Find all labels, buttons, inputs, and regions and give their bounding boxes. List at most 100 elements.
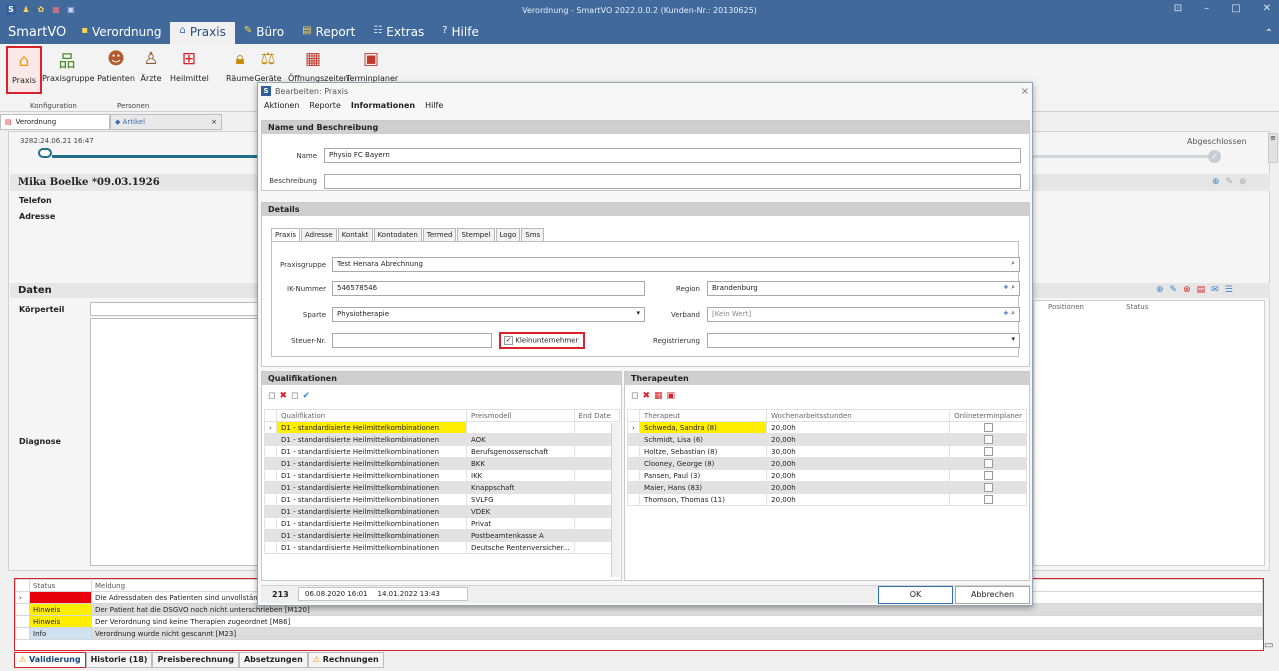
menu-extras[interactable]: ☷ Extras <box>364 22 433 44</box>
close-tab-icon[interactable]: × <box>211 118 217 126</box>
table-row[interactable]: › D1 - standardisierte Heilmittelkombinat… <box>264 421 621 434</box>
tab-absetzungen[interactable]: Absetzungen <box>238 652 308 668</box>
add-search-icon[interactable]: + ⌕ <box>1003 309 1015 318</box>
tab-artikel[interactable]: ◆ Artikel × <box>110 114 222 130</box>
table-row[interactable]: D1 - standardisierte Heilmittelkombinati… <box>264 469 621 482</box>
edit-icon[interactable]: ✎ <box>1226 177 1234 187</box>
praxisgruppe-input[interactable]: Test Henara Abrechnung ⌕ <box>332 257 1020 272</box>
tab-kontakt[interactable]: Kontakt <box>337 228 373 241</box>
tab-rechnungen[interactable]: ⚠ Rechnungen <box>307 652 384 668</box>
ik-input[interactable]: 546578546 <box>332 281 645 296</box>
mail-icon[interactable]: ✉ <box>1211 285 1219 295</box>
menu-report[interactable]: ▤ Report <box>293 22 364 44</box>
ribbon-geraete-button[interactable]: ⚖ Geräte <box>254 46 282 83</box>
add-icon[interactable]: ⊕ <box>1156 285 1164 295</box>
delete-icon[interactable]: ✖ <box>279 391 287 401</box>
tab-sms[interactable]: Sms <box>521 228 545 241</box>
delete-icon[interactable]: ⊗ <box>1239 177 1247 187</box>
tab-adresse[interactable]: Adresse <box>301 228 337 241</box>
ribbon-terminplaner-button[interactable]: ▣ Terminplaner <box>346 46 398 83</box>
online-checkbox[interactable] <box>983 447 993 456</box>
table-row[interactable]: Thomson, Thomas (11) 20,00h <box>627 493 1027 506</box>
ribbon-praxisgruppe-button[interactable]: 品 Praxisgruppe <box>42 46 95 84</box>
tab-preisberechnung[interactable]: Preisberechnung <box>152 652 239 668</box>
add-icon[interactable]: ⊕ <box>1212 177 1220 187</box>
tab-termed[interactable]: Termed <box>422 228 457 241</box>
ribbon-collapse-icon[interactable]: ⌃ <box>1259 22 1279 44</box>
tab-stempel[interactable]: Stempel <box>457 228 495 241</box>
online-checkbox[interactable] <box>983 483 993 492</box>
menu-hilfe[interactable]: ? Hilfe <box>433 22 488 44</box>
koerperteil-input[interactable] <box>90 302 260 316</box>
cancel-button[interactable]: Abbrechen <box>955 586 1030 604</box>
delete-icon[interactable]: ⊗ <box>1183 285 1191 295</box>
tab-verordnung[interactable]: ▤ Verordnung <box>0 114 110 130</box>
maximize-button[interactable]: □ <box>1231 3 1240 14</box>
table-row[interactable]: Schmidt, Lisa (6) 20,00h <box>627 433 1027 446</box>
table-row[interactable]: Maier, Hans (83) 20,00h <box>627 481 1027 494</box>
table-row[interactable]: D1 - standardisierte Heilmittelkombinati… <box>264 445 621 458</box>
menu-aktionen[interactable]: Aktionen <box>264 101 299 113</box>
calendar-icon[interactable]: ▣ <box>667 391 676 401</box>
dialog-close-icon[interactable]: × <box>1021 86 1029 97</box>
chat-icon[interactable]: ▭ <box>1264 640 1273 651</box>
steuer-input[interactable] <box>332 333 492 348</box>
new-icon[interactable]: ◻ <box>631 391 638 401</box>
verband-input[interactable]: [Kein Wert] + ⌕ <box>707 307 1020 322</box>
tab-validierung[interactable]: ⚠ Validierung <box>14 652 86 668</box>
diagnose-input[interactable] <box>90 318 260 566</box>
menu-verordnung[interactable]: ▪ Verordnung <box>72 22 170 44</box>
table-row[interactable]: › Schweda, Sandra (8) 20,00h <box>627 421 1027 434</box>
ribbon-praxis-button[interactable]: ⌂ Praxis <box>6 46 42 94</box>
table-row[interactable]: Holtze, Sebastian (8) 30,00h <box>627 445 1027 458</box>
tab-praxis[interactable]: Praxis <box>271 228 300 241</box>
menu-hilfe[interactable]: Hilfe <box>425 101 443 113</box>
new-icon[interactable]: ◻ <box>268 391 275 401</box>
ribbon-patienten-button[interactable]: ☻ Patienten <box>97 46 135 83</box>
table-row[interactable]: D1 - standardisierte Heilmittelkombinati… <box>264 493 621 506</box>
menu-reporte[interactable]: Reporte <box>309 101 340 113</box>
online-checkbox[interactable] <box>983 423 993 432</box>
delete-icon[interactable]: ✖ <box>642 391 650 401</box>
menu-buero[interactable]: ✎ Büro <box>235 22 293 44</box>
print-icon[interactable]: ▤ <box>1197 285 1206 295</box>
edit-icon[interactable]: ✎ <box>1170 285 1178 295</box>
ribbon-aerzte-button[interactable]: ♙ Ärzte <box>137 46 165 83</box>
table-row[interactable]: Info Verordnung wurde nicht gescannt [M23… <box>15 627 1263 640</box>
table-row[interactable]: Pansen, Paul (3) 20,00h <box>627 469 1027 482</box>
edit-icon[interactable]: ◻ <box>291 391 298 401</box>
region-input[interactable]: Brandenburg + ⌕ <box>707 281 1020 296</box>
close-button[interactable]: ✕ <box>1263 3 1271 14</box>
table-row[interactable]: D1 - standardisierte Heilmittelkombinati… <box>264 529 621 542</box>
table-row[interactable]: D1 - standardisierte Heilmittelkombinati… <box>264 433 621 446</box>
table-row[interactable]: D1 - standardisierte Heilmittelkombinati… <box>264 505 621 518</box>
menu-informationen[interactable]: Informationen <box>351 101 415 113</box>
online-checkbox[interactable] <box>983 495 993 504</box>
table-row[interactable]: Hinweis Der Verordnung sind keine Therapi… <box>15 615 1263 628</box>
qual-scrollbar[interactable] <box>611 423 620 577</box>
ribbon-heilmittel-button[interactable]: ⊞ Heilmittel <box>170 46 209 83</box>
registrierung-select[interactable]: ▾ <box>707 333 1020 348</box>
tab-logo[interactable]: Logo <box>495 228 521 241</box>
name-input[interactable]: Physio FC Bayern <box>324 148 1021 163</box>
list-icon[interactable]: ☰ <box>1225 285 1233 295</box>
ribbon-raeume-button[interactable]: 🔒︎ Räume <box>226 46 254 83</box>
tab-historie[interactable]: Historie (18) <box>85 652 153 668</box>
ok-button[interactable]: OK <box>878 586 953 604</box>
online-checkbox[interactable] <box>983 459 993 468</box>
ribbon-oeffnungszeiten-button[interactable]: ▦ Öffnungszeiten <box>288 46 349 83</box>
progress-start-node[interactable] <box>38 148 52 158</box>
restore-icon[interactable]: ⊡ <box>1174 3 1182 14</box>
table-row[interactable]: Clooney, George (8) 20,00h <box>627 457 1027 470</box>
side-panel-toggle[interactable]: ≡ <box>1268 133 1278 163</box>
online-checkbox[interactable] <box>983 435 993 444</box>
online-checkbox[interactable] <box>983 471 993 480</box>
beschreibung-input[interactable] <box>324 174 1021 189</box>
minimize-button[interactable]: – <box>1204 3 1209 14</box>
table-row[interactable]: D1 - standardisierte Heilmittelkombinati… <box>264 517 621 530</box>
table-row[interactable]: D1 - standardisierte Heilmittelkombinati… <box>264 457 621 470</box>
sparte-select[interactable]: Physiotherapie ▾ <box>332 307 645 322</box>
kleinunternehmer-checkbox[interactable]: ✓ Kleinunternehmer <box>499 332 585 349</box>
table-row[interactable]: D1 - standardisierte Heilmittelkombinati… <box>264 541 621 554</box>
tab-kontodaten[interactable]: Kontodaten <box>373 228 422 241</box>
